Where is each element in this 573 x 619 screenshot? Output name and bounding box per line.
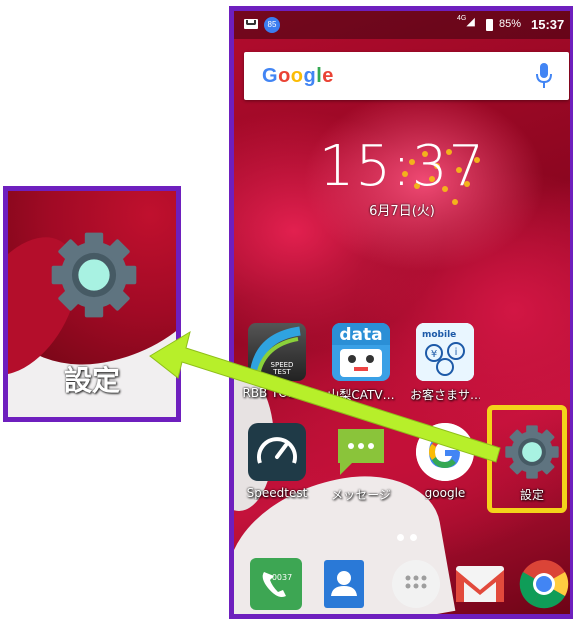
clock-widget-time[interactable]: 15:37 [234,134,570,199]
battery-icon [486,19,493,31]
settings-gear-icon [48,229,140,321]
svg-text:¥: ¥ [431,349,437,360]
google-search-bar[interactable]: Google [244,52,569,100]
clock-widget-date: 6月7日(火) [369,204,435,219]
gmail-icon[interactable] [454,558,506,610]
contacts-icon[interactable] [318,558,370,610]
settings-highlight-box [487,405,567,513]
phone-screen: 85 4G◢ 85% 15:37 Google 15:37 6月7日(火) SP… [229,6,573,619]
app-catv-data[interactable]: data 山梨CATV… [326,323,396,403]
page-indicator [394,526,420,545]
google-logo: Google [262,65,334,87]
notification-badge: 85 [264,17,280,33]
app-label: Speedtest [246,486,308,500]
status-clock: 15:37 [531,17,565,32]
chrome-icon[interactable] [518,558,570,610]
speedtest-gauge-icon [248,423,306,481]
data-catv-icon: data [332,323,390,381]
app-label: メッセージ [331,488,391,502]
status-bar: 85 4G◢ 85% 15:37 [234,11,570,39]
svg-text:data: data [339,325,382,345]
svg-text:mobile: mobile [422,330,456,340]
mic-icon[interactable] [535,63,553,89]
mobile-support-icon: mobile ¥ i [416,323,474,381]
app-messages[interactable]: メッセージ [326,423,396,503]
app-customer-support[interactable]: mobile ¥ i お客さまサ… [410,323,480,403]
gmail-notification-icon [244,19,258,29]
svg-text:0037: 0037 [272,573,292,582]
dock: 0037 [244,558,570,614]
svg-text:i: i [455,347,458,358]
google-icon [416,423,474,481]
svg-text:TEST: TEST [272,368,291,376]
network-type: 4G [457,15,467,22]
signal-icon: 4G◢ [457,15,475,28]
message-icon [332,423,390,481]
app-drawer-icon[interactable] [390,558,442,610]
app-label: google [424,486,466,500]
zoom-callout: 設定 [3,186,181,422]
app-label: 山梨CATV… [327,388,395,402]
app-google[interactable]: google [410,423,480,500]
app-label: RBB TODAY [242,386,312,400]
battery-percent: 85% [499,18,522,30]
settings-label-zoomed: 設定 [63,364,120,397]
app-label: お客さまサ… [410,388,480,402]
phone-icon[interactable]: 0037 [250,558,302,610]
speedtest-rbb-icon: SPEED TEST [248,323,306,381]
app-speedtest[interactable]: Speedtest [242,423,312,500]
app-rbb-speedtest[interactable]: SPEED TEST RBB TODAY [242,323,312,400]
